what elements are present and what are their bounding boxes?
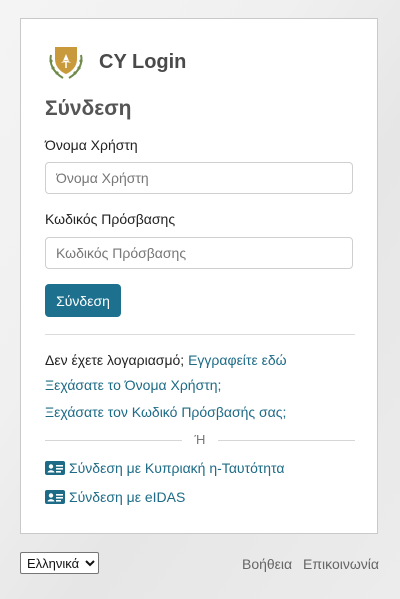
username-input[interactable] (45, 162, 353, 194)
eidas-login-link[interactable]: Σύνδεση με eIDAS (45, 489, 185, 505)
id-card-icon (45, 490, 65, 504)
login-button[interactable]: Σύνδεση (45, 284, 121, 317)
eidas-login-label: Σύνδεση με eIDAS (69, 489, 186, 505)
login-card: CY Login Σύνδεση Όνομα Χρήστη Κωδικός Πρ… (20, 18, 378, 534)
help-link[interactable]: Βοήθεια (242, 556, 292, 572)
forgot-username-link[interactable]: Ξεχάσατε το Όνομα Χρήστη; (45, 377, 221, 393)
register-link[interactable]: Εγγραφείτε εδώ (188, 352, 286, 368)
register-row: Δεν έχετε λογαριασμό; Εγγραφείτε εδώ (45, 352, 287, 368)
footer-links: Βοήθεια Επικοινωνία (235, 556, 379, 572)
forgot-password-row: Ξεχάσατε τον Κωδικό Πρόσβασής σας; (45, 404, 286, 420)
id-card-icon (45, 461, 65, 475)
or-separator: Ή (45, 432, 355, 448)
separator-line-right (218, 440, 355, 441)
page-title: Σύνδεση (45, 97, 132, 120)
password-input[interactable] (45, 237, 353, 269)
language-select[interactable]: Ελληνικά (20, 552, 99, 574)
divider (45, 334, 355, 335)
separator-text: Ή (194, 432, 206, 447)
contact-link[interactable]: Επικοινωνία (303, 556, 379, 572)
cyprus-coat-of-arms-icon (49, 47, 83, 79)
separator-line-left (45, 440, 182, 441)
brand-header: CY Login (45, 41, 186, 83)
eid-login-link[interactable]: Σύνδεση με Κυπριακή η-Ταυτότητα (45, 460, 284, 476)
password-label: Κωδικός Πρόσβασης (45, 211, 176, 227)
eid-login-label: Σύνδεση με Κυπριακή η-Ταυτότητα (69, 460, 285, 476)
brand-title: CY Login (99, 50, 187, 73)
no-account-text: Δεν έχετε λογαριασμό; (45, 352, 185, 368)
forgot-username-row: Ξεχάσατε το Όνομα Χρήστη; (45, 377, 221, 393)
forgot-password-link[interactable]: Ξεχάσατε τον Κωδικό Πρόσβασής σας; (45, 404, 286, 420)
username-label: Όνομα Χρήστη (45, 137, 138, 153)
